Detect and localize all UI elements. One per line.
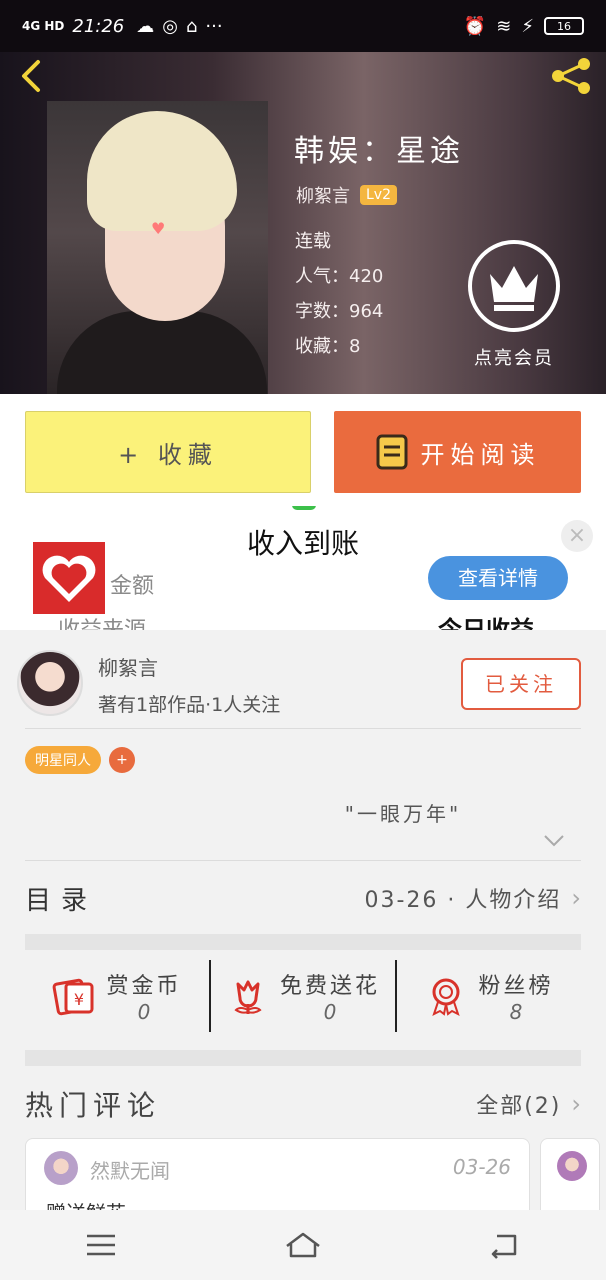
commenter-name[interactable]: 然默无闻 xyxy=(90,1155,170,1184)
add-tag-button[interactable]: + xyxy=(109,747,135,773)
vip-label: 点亮会员 xyxy=(474,348,554,369)
section-separator xyxy=(25,1050,581,1066)
chevron-down-icon[interactable] xyxy=(543,834,565,848)
comment-date: 03-26 xyxy=(452,1155,511,1179)
book-cover-image[interactable]: ♥ xyxy=(47,101,268,394)
more-dots-icon: ··· xyxy=(205,15,223,37)
medal-icon xyxy=(432,978,461,1016)
fan-ranking-value: 8 xyxy=(509,1000,523,1024)
author-name[interactable]: 柳絮言 xyxy=(98,652,158,681)
red-envelope-icon: ¥ xyxy=(53,978,94,1016)
menu-icon[interactable] xyxy=(81,1230,121,1260)
send-flower-value: 0 xyxy=(323,1000,337,1024)
system-navigation-bar xyxy=(0,1210,606,1280)
flower-icon xyxy=(234,980,262,1014)
commenter-avatar[interactable] xyxy=(44,1151,78,1185)
view-details-button[interactable]: 查看详情 xyxy=(428,556,568,600)
level-badge: Lv2 xyxy=(360,185,397,205)
reward-coins-label: 赏金币 xyxy=(106,974,182,999)
fan-ranking-button[interactable]: 粉丝榜 8 xyxy=(395,960,581,1032)
table-of-contents-row[interactable]: 目录 03-26 · 人物介绍 › xyxy=(25,862,581,934)
follow-button[interactable]: 已关注 xyxy=(461,658,581,710)
send-flower-label: 免费送花 xyxy=(279,974,380,999)
indicator-dot xyxy=(292,506,316,510)
hot-comments-title: 热门评论 xyxy=(25,1089,162,1122)
section-separator xyxy=(25,934,581,950)
crown-icon xyxy=(468,240,560,332)
today-income-label: 今日收益 xyxy=(438,616,534,630)
back-icon[interactable] xyxy=(485,1230,525,1260)
divider xyxy=(25,860,581,861)
wechat-icon: ◎ xyxy=(162,15,178,37)
home-notify-icon: ⌂ xyxy=(185,15,198,37)
income-popup[interactable]: 收入到账 × 金额 收益来源 查看详情 今日收益 xyxy=(0,506,606,630)
send-flower-button[interactable]: 免费送花 0 xyxy=(209,960,395,1032)
vip-button[interactable]: 点亮会员 xyxy=(462,238,566,370)
popup-close-button[interactable]: × xyxy=(561,520,593,552)
book-detail-content: 柳絮言 著有1部作品·1人关注 已关注 明星同人 + "一眼万年" 目录 03-… xyxy=(0,630,606,1218)
author-avatar[interactable] xyxy=(17,650,83,716)
amount-label: 金额 xyxy=(110,574,155,599)
fan-ranking-label: 粉丝榜 xyxy=(478,974,554,999)
battery-icon: 16 xyxy=(544,17,584,35)
alarm-icon: ⏰ xyxy=(463,15,487,37)
book-header: ♥ 韩娱：星途 柳絮言 Lv2 连载 人气：420 字数：964 收藏：8 点亮… xyxy=(0,52,606,394)
action-buttons: + 收藏 开始阅读 xyxy=(0,394,606,506)
chevron-right-icon: › xyxy=(571,884,581,912)
source-label: 收益来源 xyxy=(58,612,146,630)
header-author-name[interactable]: 柳絮言 xyxy=(296,182,350,208)
svg-text:¥: ¥ xyxy=(74,990,84,1009)
comment-card[interactable] xyxy=(540,1138,600,1218)
home-icon[interactable] xyxy=(283,1230,323,1260)
commenter-avatar[interactable] xyxy=(557,1151,587,1181)
book-intro: "一眼万年" xyxy=(344,802,462,826)
popularity: 人气：420 xyxy=(295,266,384,287)
battery-level: 16 xyxy=(557,19,571,33)
collect-button[interactable]: + 收藏 xyxy=(25,411,311,493)
toc-label: 目录 xyxy=(25,885,98,916)
start-reading-label: 开始阅读 xyxy=(420,440,541,469)
serial-status: 连载 xyxy=(295,231,331,252)
book-meta: 连载 人气：420 字数：964 收藏：8 xyxy=(295,224,383,364)
app-logo-icon xyxy=(33,542,105,614)
divider xyxy=(25,728,581,729)
book-title: 韩娱：星途 xyxy=(294,134,464,169)
collection-count: 收藏：8 xyxy=(295,336,361,357)
charging-icon: ⚡ xyxy=(521,15,534,37)
author-row: 柳絮言 Lv2 xyxy=(296,182,397,208)
back-arrow-icon[interactable] xyxy=(14,58,50,94)
latest-chapter: 03-26 · 人物介绍 xyxy=(364,888,562,913)
status-bar: 4G HD 21:26 ☁ ◎ ⌂ ··· ⏰ ≋ ⚡ 16 xyxy=(0,0,606,52)
author-card[interactable]: 柳絮言 著有1部作品·1人关注 已关注 xyxy=(0,630,606,730)
tag-item[interactable]: 明星同人 xyxy=(25,746,101,774)
all-comments-link[interactable]: 全部(2) xyxy=(476,1088,561,1120)
cloud-icon: ☁ xyxy=(136,15,155,37)
reader-actions: ¥ 赏金币 0 免费送花 0 粉丝榜 8 xyxy=(25,960,581,1032)
word-count: 字数：964 xyxy=(295,301,384,322)
start-reading-button[interactable]: 开始阅读 xyxy=(334,411,581,493)
wifi-icon: ≋ xyxy=(496,15,512,37)
reward-coins-button[interactable]: ¥ 赏金币 0 xyxy=(25,960,209,1032)
hot-comments-header: 热门评论 全部(2) › xyxy=(25,1084,581,1124)
chevron-right-icon[interactable]: › xyxy=(571,1090,581,1118)
status-time: 21:26 xyxy=(72,15,125,37)
share-icon[interactable] xyxy=(548,56,594,96)
author-stats: 著有1部作品·1人关注 xyxy=(98,694,281,716)
heart-sticker-icon: ♥ xyxy=(151,219,166,238)
reward-coins-value: 0 xyxy=(137,1000,151,1024)
network-indicator: 4G HD xyxy=(22,19,65,33)
book-icon xyxy=(376,434,407,470)
tag-list: 明星同人 + xyxy=(25,746,135,774)
comment-card[interactable]: 然默无闻 03-26 赠送鲜花~ xyxy=(25,1138,530,1218)
